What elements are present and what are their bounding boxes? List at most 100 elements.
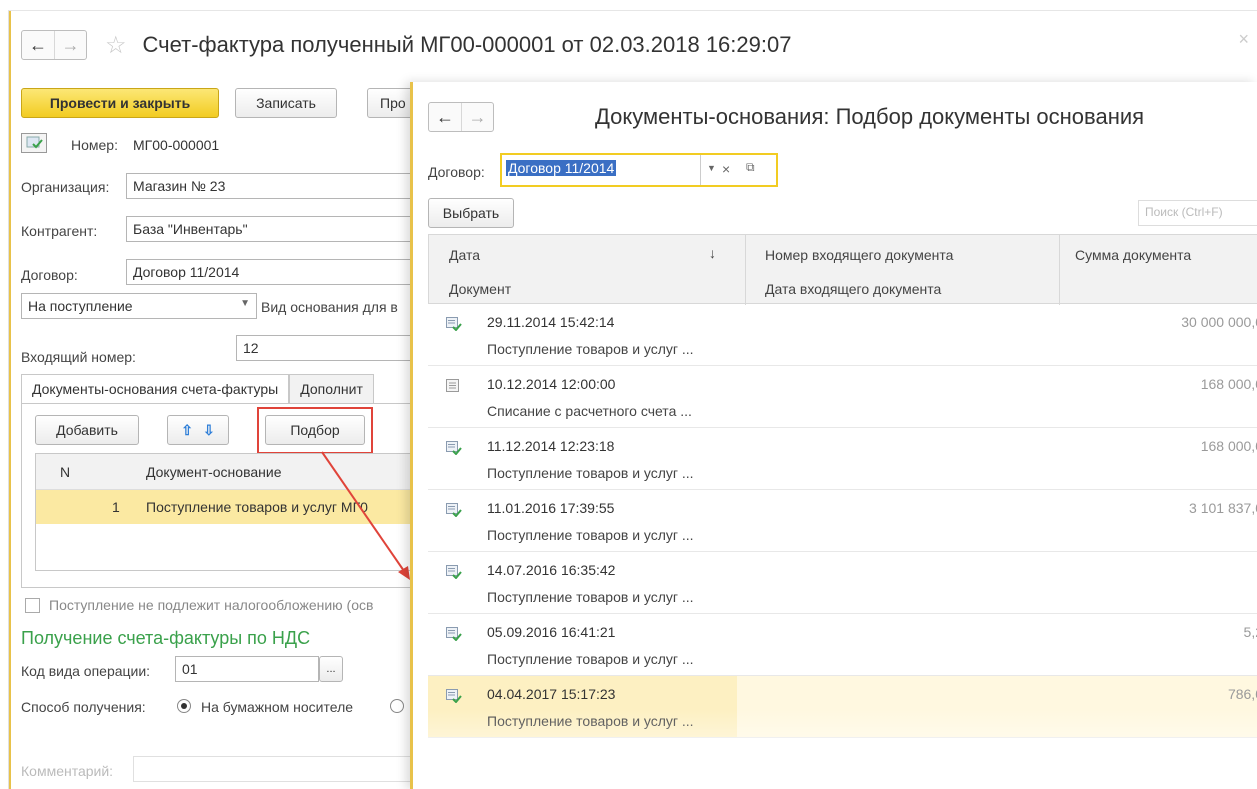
radio-electronic[interactable] [390,699,404,713]
contract-field[interactable]: Договор 11/2014 [126,259,426,285]
row-document: Списание с расчетного счета ... [487,403,692,419]
row-document: Поступление товаров и услуг МГ0 [146,499,368,515]
row-date: 10.12.2014 12:00:00 [487,376,616,392]
column-sum[interactable]: Сумма документа [1075,247,1191,263]
comment-label: Комментарий: [21,763,114,779]
column-basis-document[interactable]: Документ-основание [146,464,281,480]
posted-document-icon [446,317,462,332]
receipt-method-label: Способ получения: [21,699,146,715]
table-row[interactable]: 11.12.2014 12:23:18 Поступление товаров и… [428,428,1257,490]
operation-code-picker-button[interactable]: ... [319,656,343,682]
tab-basis-documents[interactable]: Документы-основания счета-фактуры [21,374,290,404]
table-row[interactable]: 1 Поступление товаров и услуг МГ0 [36,490,434,524]
comment-field[interactable] [133,756,433,782]
arrow-up-icon[interactable]: ⇧ [181,422,193,439]
row-document: Поступление товаров и услуг ... [487,713,694,729]
overlay-contract-value: Договор 11/2014 [506,160,617,176]
back-arrow-icon[interactable]: ← [22,31,54,59]
title-bar: ← → ☆ Счет-фактура полученный МГ00-00000… [21,29,791,61]
table-row[interactable]: 10.12.2014 12:00:00 Списание с расчетного… [428,366,1257,428]
chevron-down-icon[interactable]: ▼ [240,298,250,309]
posted-document-icon [446,689,462,704]
posted-document-icon [446,503,462,518]
column-document[interactable]: Документ [449,281,511,297]
contract-label: Договор: [21,267,78,283]
table-row[interactable]: 29.11.2014 15:42:14 Поступление товаров и… [428,304,1257,366]
row-sum: 3 101 837,0 [1189,500,1257,516]
grid-header-divider [1059,235,1060,305]
grid-header-divider [745,235,746,305]
overlay-nav-buttons: ← → [428,102,494,132]
operation-code-label: Код вида операции: [21,663,151,679]
row-sum: 786,0 [1227,686,1257,702]
document-status-icon [21,133,47,153]
open-icon[interactable]: ⧉ [746,160,755,175]
window-title: Счет-фактура полученный МГ00-000001 от 0… [142,32,792,57]
organization-field[interactable]: Магазин № 23 [126,173,426,199]
row-document: Поступление товаров и услуг ... [487,527,694,543]
posted-document-icon [446,627,462,642]
save-button[interactable]: Записать [235,88,337,118]
sort-desc-icon[interactable]: ↓ [709,245,716,261]
chevron-down-icon[interactable]: ▼ [700,155,722,185]
row-number: 1 [112,499,120,515]
row-date: 04.04.2017 15:17:23 [487,686,616,702]
row-sum: 5,2 [1243,624,1257,640]
number-value[interactable]: МГ00-000001 [133,137,219,153]
arrow-down-icon[interactable]: ⇩ [203,422,215,439]
column-n[interactable]: N [36,464,146,480]
incoming-number-field[interactable]: 12 [236,335,426,361]
counterparty-field[interactable]: База "Инвентарь" [126,216,426,242]
post-and-close-button[interactable]: Провести и закрыть [21,88,219,118]
row-sum: 168 000,0 [1200,376,1257,392]
row-sum: 168 000,0 [1200,438,1257,454]
documents-grid: Дата ↓ Документ Номер входящего документ… [428,234,1257,738]
row-date: 29.11.2014 15:42:14 [487,314,615,330]
column-incoming-date[interactable]: Дата входящего документа [765,281,941,297]
pick-button[interactable]: Подбор [265,415,365,445]
tax-exempt-checkbox[interactable] [25,598,40,613]
tab-additional[interactable]: Дополнит [289,374,374,404]
overlay-title: Документы-основания: Подбор документы ос… [595,104,1145,129]
forward-arrow-icon[interactable]: → [54,31,86,59]
search-input[interactable]: Поиск (Ctrl+F) [1138,200,1257,226]
select-button[interactable]: Выбрать [428,198,514,228]
radio-paper[interactable] [177,699,191,713]
posted-document-icon [446,565,462,580]
close-icon[interactable]: × [1238,29,1249,50]
row-document: Поступление товаров и услуг ... [487,465,694,481]
row-date: 11.12.2014 12:23:18 [487,438,615,454]
favorite-star-icon[interactable]: ☆ [105,31,127,60]
basis-documents-table: N Документ-основание 1 Поступление товар… [35,453,435,571]
vat-section-title: Получение счета-фактуры по НДС [21,628,311,648]
document-icon [446,379,462,393]
column-incoming-number[interactable]: Номер входящего документа [765,247,953,263]
row-document: Поступление товаров и услуг ... [487,589,694,605]
table-row[interactable]: 05.09.2016 16:41:21 Поступление товаров и… [428,614,1257,676]
basis-kind-value: На поступление [28,298,133,314]
add-button[interactable]: Добавить [35,415,139,445]
tax-exempt-label: Поступление не подлежит налогообложению … [49,597,374,613]
incoming-number-label: Входящий номер: [21,349,136,365]
basis-kind-select[interactable]: На поступление ▼ [21,293,257,319]
window-accent-line [9,11,11,789]
radio-paper-label: На бумажном носителе [201,699,354,715]
back-arrow-icon[interactable]: ← [429,103,461,131]
basis-kind-label: Вид основания для в [261,299,398,315]
number-label: Номер: [71,137,118,153]
operation-code-field[interactable]: 01 [175,656,319,682]
nav-buttons: ← → [21,30,87,60]
row-date: 11.01.2016 17:39:55 [487,500,615,516]
forward-arrow-icon[interactable]: → [461,103,493,131]
organization-label: Организация: [21,179,110,195]
grid-rows: 29.11.2014 15:42:14 Поступление товаров и… [428,304,1257,738]
row-document: Поступление товаров и услуг ... [487,341,694,357]
table-row[interactable]: 04.04.2017 15:17:23 Поступление товаров и… [428,676,1257,738]
overlay-contract-field[interactable]: Договор 11/2014 ▼ × ⧉ [500,153,778,187]
table-row[interactable]: 11.01.2016 17:39:55 Поступление товаров и… [428,490,1257,552]
column-date[interactable]: Дата [449,247,480,263]
row-date: 14.07.2016 16:35:42 [487,562,616,578]
basis-selection-window: ← → Документы-основания: Подбор документ… [410,82,1257,789]
clear-icon[interactable]: × [722,161,730,177]
table-row[interactable]: 14.07.2016 16:35:42 Поступление товаров и… [428,552,1257,614]
